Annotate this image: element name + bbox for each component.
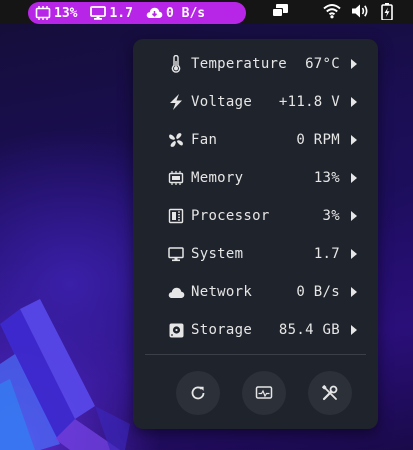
- lightning-icon: [167, 93, 185, 111]
- menu-item-label: Memory: [191, 170, 244, 186]
- menu-item-fan[interactable]: Fan 0 RPM: [133, 121, 378, 159]
- submenu-arrow-icon: [351, 97, 357, 107]
- menu-item-system[interactable]: System 1.7: [133, 235, 378, 273]
- memory-chip-icon: [167, 169, 185, 187]
- system-monitor-indicator[interactable]: 13% 1.7 0 B/s: [28, 2, 246, 24]
- menu-item-voltage[interactable]: Voltage +11.8 V: [133, 83, 378, 121]
- submenu-arrow-icon: [351, 59, 357, 69]
- cloud-download-icon: [146, 7, 163, 18]
- menu-item-label: Voltage: [191, 94, 253, 110]
- menu-item-value: 1.7: [313, 246, 340, 262]
- wifi-status[interactable]: [323, 3, 341, 19]
- menu-item-label: Network: [191, 284, 253, 300]
- menu-item-storage[interactable]: Storage 85.4 GB: [133, 311, 378, 349]
- menu-item-temperature[interactable]: Temperature 67°C: [133, 45, 378, 83]
- submenu-arrow-icon: [351, 287, 357, 297]
- menu-item-label: System: [191, 246, 244, 262]
- speaker-icon: [352, 4, 368, 18]
- network-indicator[interactable]: 0 B/s: [146, 6, 205, 21]
- fan-icon: [167, 131, 185, 149]
- memory-chip-icon: [35, 6, 51, 20]
- menu-item-label: Temperature: [191, 56, 288, 72]
- menu-item-processor[interactable]: Processor 3%: [133, 197, 378, 235]
- submenu-arrow-icon: [351, 211, 357, 221]
- menu-item-label: Processor: [191, 208, 270, 224]
- refresh-icon: [191, 386, 205, 400]
- menu-item-value: 13%: [313, 170, 340, 186]
- system-load-indicator[interactable]: 1.7: [90, 5, 133, 21]
- wifi-icon: [323, 4, 341, 19]
- system-monitor-icon: [255, 386, 273, 399]
- top-panel: 13% 1.7 0 B/s: [0, 0, 413, 24]
- menu-item-value: 67°C: [305, 56, 340, 72]
- refresh-button[interactable]: [176, 371, 220, 415]
- monitor-icon: [90, 6, 107, 20]
- cloud-icon: [167, 283, 185, 301]
- thermometer-icon: [167, 55, 185, 73]
- workspaces-icon: [272, 4, 288, 17]
- preferences-icon: [322, 385, 338, 401]
- menu-item-value: 3%: [322, 208, 340, 224]
- battery-status[interactable]: [381, 3, 393, 20]
- submenu-arrow-icon: [351, 249, 357, 259]
- menu-separator: [145, 354, 366, 355]
- preferences-button[interactable]: [308, 371, 352, 415]
- open-system-monitor-button[interactable]: [242, 371, 286, 415]
- workspace-switcher[interactable]: [271, 3, 289, 19]
- battery-charging-icon: [381, 3, 393, 20]
- menu-item-network[interactable]: Network 0 B/s: [133, 273, 378, 311]
- menu-item-label: Storage: [191, 322, 253, 338]
- submenu-arrow-icon: [351, 325, 357, 335]
- submenu-arrow-icon: [351, 135, 357, 145]
- disk-icon: [167, 321, 185, 339]
- monitor-icon: [167, 245, 185, 263]
- menu-item-value: 0 RPM: [296, 132, 340, 148]
- menu-item-value: +11.8 V: [278, 94, 340, 110]
- system-monitor-menu: Temperature 67°C Voltage +11.8 V Fan 0 R…: [133, 39, 378, 429]
- submenu-arrow-icon: [351, 173, 357, 183]
- network-indicator-value: 0 B/s: [165, 5, 206, 21]
- menu-item-value: 85.4 GB: [278, 322, 340, 338]
- processor-icon: [167, 207, 185, 225]
- menu-item-value: 0 B/s: [296, 284, 340, 300]
- volume-status[interactable]: [351, 3, 369, 19]
- menu-item-memory[interactable]: Memory 13%: [133, 159, 378, 197]
- memory-indicator[interactable]: 13%: [35, 6, 77, 21]
- memory-indicator-value: 13%: [54, 5, 78, 21]
- menu-item-label: Fan: [191, 132, 218, 148]
- system-load-indicator-value: 1.7: [109, 5, 133, 21]
